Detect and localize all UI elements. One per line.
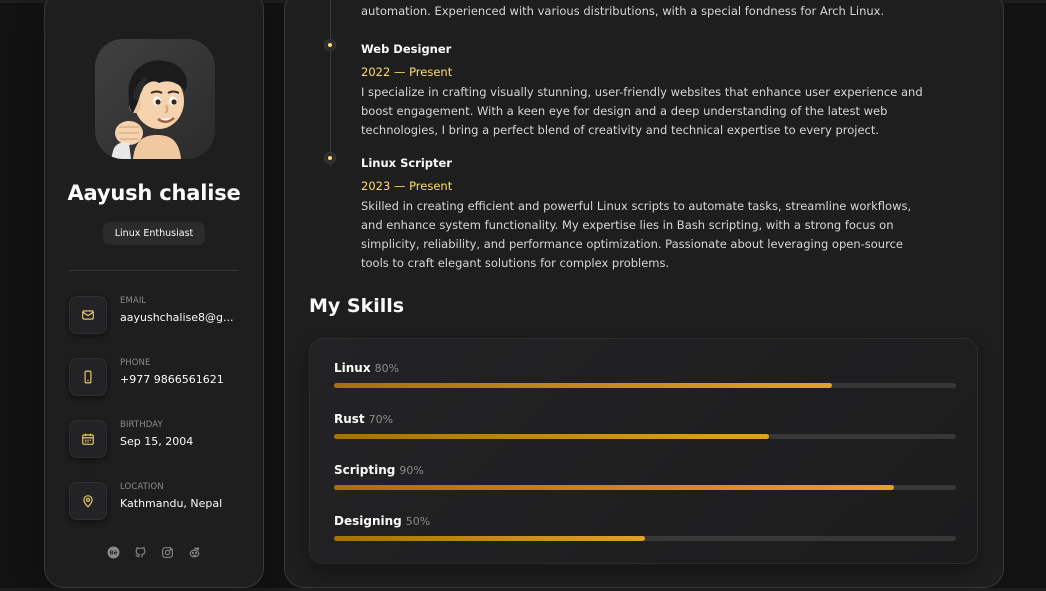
- skill-percent: 80%: [374, 362, 400, 375]
- contact-location: LOCATION Kathmandu, Nepal: [69, 482, 249, 522]
- skill-percent: 50%: [405, 515, 431, 528]
- contact-email: EMAIL aayushchalise8@g...: [69, 296, 249, 336]
- timeline-item-title: Linux Scripter: [361, 156, 452, 170]
- skill-name: Linux: [334, 361, 371, 375]
- social-links: Bē: [45, 546, 263, 559]
- behance-icon[interactable]: Bē: [107, 546, 120, 559]
- reddit-icon[interactable]: [188, 546, 201, 559]
- skill-progress-track: [334, 383, 956, 388]
- main-panel: automation. Experienced with various dis…: [284, 0, 1004, 588]
- calendar-icon: [69, 420, 107, 458]
- timeline-intro-text: automation. Experienced with various dis…: [361, 4, 885, 18]
- timeline-item-date: 2023 — Present: [361, 179, 453, 193]
- skill-progress-fill: [334, 383, 832, 388]
- github-icon[interactable]: [134, 546, 147, 559]
- contact-email-label: EMAIL: [120, 296, 147, 306]
- timeline-dot: [325, 153, 335, 163]
- skill-name: Designing: [334, 514, 402, 528]
- location-icon: [69, 482, 107, 520]
- skill-rust: Rust 70%: [334, 408, 956, 439]
- profile-name: Aayush chalise: [67, 181, 241, 205]
- timeline-dot: [325, 40, 335, 50]
- skill-linux: Linux 80%: [334, 357, 956, 388]
- contact-birthday: BIRTHDAY Sep 15, 2004: [69, 420, 249, 460]
- skill-scripting: Scripting 90%: [334, 459, 956, 490]
- skill-progress-track: [334, 434, 956, 439]
- timeline-line: [330, 0, 331, 167]
- skill-name: Scripting: [334, 463, 396, 477]
- timeline-item-date: 2022 — Present: [361, 65, 453, 79]
- divider: [69, 270, 239, 271]
- skill-percent: 70%: [368, 413, 394, 426]
- mail-icon: [69, 296, 107, 334]
- skill-progress-fill: [334, 485, 894, 490]
- instagram-icon[interactable]: [161, 546, 174, 559]
- contact-birthday-label: BIRTHDAY: [120, 420, 163, 430]
- skill-progress-track: [334, 485, 956, 490]
- contact-phone-label: PHONE: [120, 358, 151, 368]
- skills-card: Linux 80% Rust 70% Scripting 90% Designing 5…: [309, 338, 978, 564]
- timeline-item-linux-scripter: Linux Scripter 2023 — Present Skilled in…: [361, 156, 926, 273]
- skill-progress-track: [334, 536, 956, 541]
- skill-percent: 90%: [399, 464, 424, 477]
- profile-title-badge: Linux Enthusiast: [103, 222, 205, 245]
- profile-sidebar: Aayush chalise Linux Enthusiast EMAIL aa…: [44, 0, 264, 588]
- timeline-item-text: Skilled in creating efficient and powerf…: [361, 199, 912, 270]
- svg-text:Bē: Bē: [110, 551, 118, 557]
- timeline-item-text: I specialize in crafting visually stunni…: [361, 85, 923, 137]
- skills-heading: My Skills: [309, 295, 405, 317]
- timeline-item-title: Web Designer: [361, 42, 452, 56]
- contact-phone-link[interactable]: +977 9866561621: [120, 373, 238, 386]
- timeline-item-web-designer: Web Designer 2022 — Present I specialize…: [361, 42, 926, 140]
- skill-progress-fill: [334, 434, 770, 439]
- phone-icon: [69, 358, 107, 396]
- memoji-avatar-icon: [111, 60, 187, 159]
- contact-birthday-value: Sep 15, 2004: [120, 435, 194, 448]
- avatar: [95, 39, 215, 159]
- contact-email-link[interactable]: aayushchalise8@g...: [120, 311, 238, 324]
- skill-progress-fill: [334, 536, 645, 541]
- contact-location-value: Kathmandu, Nepal: [120, 497, 223, 510]
- contact-location-label: LOCATION: [120, 482, 164, 492]
- timeline-intro-tail: automation. Experienced with various dis…: [361, 2, 926, 21]
- skill-designing: Designing 50%: [334, 510, 956, 541]
- contact-phone: PHONE +977 9866561621: [69, 358, 249, 398]
- skill-name: Rust: [334, 412, 365, 426]
